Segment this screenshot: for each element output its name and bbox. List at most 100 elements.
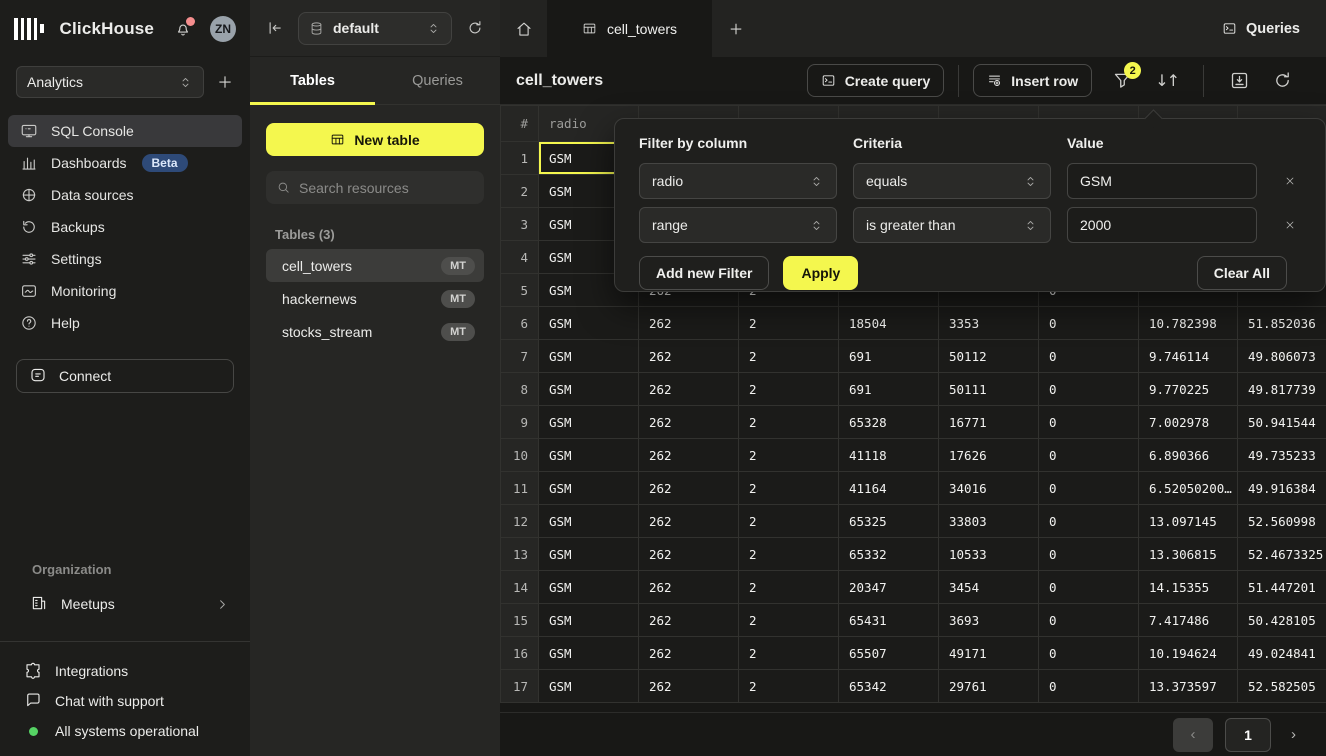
- filter-value-input[interactable]: [1067, 163, 1257, 199]
- table-cell[interactable]: 2: [739, 637, 839, 670]
- table-cell[interactable]: 52.4673325: [1238, 538, 1326, 571]
- table-cell[interactable]: GSM: [539, 472, 639, 505]
- table-cell[interactable]: 29761: [939, 670, 1039, 703]
- table-cell[interactable]: 2: [739, 439, 839, 472]
- table-cell[interactable]: 262: [639, 340, 739, 373]
- table-cell[interactable]: 18504: [839, 307, 939, 340]
- table-cell[interactable]: 2: [739, 538, 839, 571]
- table-cell[interactable]: 262: [639, 637, 739, 670]
- queries-button[interactable]: Queries: [1222, 0, 1300, 57]
- table-cell[interactable]: 0: [1039, 439, 1139, 472]
- filter-column-select[interactable]: radio: [639, 163, 837, 199]
- sidebar-item-data-sources[interactable]: Data sources: [8, 179, 242, 211]
- table-cell[interactable]: 262: [639, 670, 739, 703]
- table-cell[interactable]: 41118: [839, 439, 939, 472]
- table-cell[interactable]: 3454: [939, 571, 1039, 604]
- clear-all-filters-button[interactable]: Clear All: [1197, 256, 1287, 290]
- table-cell[interactable]: GSM: [539, 670, 639, 703]
- filter-column-select[interactable]: range: [639, 207, 837, 243]
- table-cell[interactable]: 65342: [839, 670, 939, 703]
- table-cell[interactable]: 262: [639, 571, 739, 604]
- table-cell[interactable]: 691: [839, 340, 939, 373]
- next-page-button[interactable]: ›: [1283, 722, 1304, 747]
- notifications-bell-icon[interactable]: [174, 20, 192, 38]
- table-cell[interactable]: 51.447201: [1238, 571, 1326, 604]
- sidebar-item-sql-console[interactable]: SQL Console: [8, 115, 242, 147]
- table-cell[interactable]: 0: [1039, 538, 1139, 571]
- table-cell[interactable]: 0: [1039, 472, 1139, 505]
- sidebar-item-meetups[interactable]: Meetups: [16, 587, 234, 621]
- table-cell[interactable]: GSM: [539, 307, 639, 340]
- table-cell[interactable]: 52.582505: [1238, 670, 1326, 703]
- sidebar-item-monitoring[interactable]: Monitoring: [8, 275, 242, 307]
- table-cell[interactable]: 65507: [839, 637, 939, 670]
- table-cell[interactable]: 50.941544: [1238, 406, 1326, 439]
- table-cell[interactable]: 2: [739, 472, 839, 505]
- table-cell[interactable]: 50.428105: [1238, 604, 1326, 637]
- table-cell[interactable]: 2: [739, 604, 839, 637]
- tab-queries[interactable]: Queries: [375, 57, 500, 104]
- table-cell[interactable]: 6.890366: [1139, 439, 1238, 472]
- filter-value-input[interactable]: [1067, 207, 1257, 243]
- workspace-select[interactable]: Analytics: [16, 66, 204, 98]
- remove-filter-button[interactable]: [1273, 175, 1307, 187]
- table-cell[interactable]: 65431: [839, 604, 939, 637]
- table-cell[interactable]: 7.002978: [1139, 406, 1238, 439]
- table-cell[interactable]: 262: [639, 406, 739, 439]
- table-cell[interactable]: 262: [639, 472, 739, 505]
- table-cell[interactable]: 65325: [839, 505, 939, 538]
- table-cell[interactable]: 41164: [839, 472, 939, 505]
- table-cell[interactable]: 49.735233: [1238, 439, 1326, 472]
- table-cell[interactable]: 2: [739, 670, 839, 703]
- table-cell[interactable]: 51.852036: [1238, 307, 1326, 340]
- table-cell[interactable]: 0: [1039, 604, 1139, 637]
- table-cell[interactable]: 2: [739, 340, 839, 373]
- table-cell[interactable]: 33803: [939, 505, 1039, 538]
- table-list-item-cell-towers[interactable]: cell_towers MT: [266, 249, 484, 282]
- table-cell[interactable]: GSM: [539, 505, 639, 538]
- refresh-data-button[interactable]: [1272, 70, 1293, 91]
- table-cell[interactable]: GSM: [539, 406, 639, 439]
- column-header[interactable]: #: [501, 106, 539, 142]
- home-button[interactable]: [500, 0, 547, 57]
- add-new-filter-button[interactable]: Add new Filter: [639, 256, 769, 290]
- table-cell[interactable]: 0: [1039, 340, 1139, 373]
- sidebar-item-integrations[interactable]: Integrations: [16, 656, 234, 686]
- connect-button[interactable]: Connect: [16, 359, 234, 393]
- table-cell[interactable]: 13.306815: [1139, 538, 1238, 571]
- table-cell[interactable]: 2: [739, 505, 839, 538]
- tab-cell-towers[interactable]: cell_towers: [547, 0, 712, 57]
- table-list-item-hackernews[interactable]: hackernews MT: [266, 282, 484, 315]
- new-table-button[interactable]: New table: [266, 123, 484, 156]
- remove-filter-button[interactable]: [1273, 219, 1307, 231]
- table-cell[interactable]: 50112: [939, 340, 1039, 373]
- apply-filters-button[interactable]: Apply: [783, 256, 858, 290]
- sidebar-item-settings[interactable]: Settings: [8, 243, 242, 275]
- table-cell[interactable]: 691: [839, 373, 939, 406]
- sidebar-item-backups[interactable]: Backups: [8, 211, 242, 243]
- table-cell[interactable]: 14.15355: [1139, 571, 1238, 604]
- table-cell[interactable]: GSM: [539, 571, 639, 604]
- table-cell[interactable]: 2: [739, 571, 839, 604]
- filter-criteria-select[interactable]: equals: [853, 163, 1051, 199]
- table-cell[interactable]: 6.52050200…: [1139, 472, 1238, 505]
- search-input[interactable]: [299, 180, 474, 196]
- avatar[interactable]: ZN: [210, 16, 236, 42]
- table-cell[interactable]: 2: [739, 307, 839, 340]
- table-list-item-stocks-stream[interactable]: stocks_stream MT: [266, 315, 484, 348]
- table-cell[interactable]: 17626: [939, 439, 1039, 472]
- filter-criteria-select[interactable]: is greater than: [853, 207, 1051, 243]
- table-cell[interactable]: GSM: [539, 604, 639, 637]
- database-select[interactable]: default: [298, 12, 452, 45]
- table-cell[interactable]: 262: [639, 505, 739, 538]
- system-status[interactable]: All systems operational: [16, 716, 234, 746]
- table-cell[interactable]: 0: [1039, 571, 1139, 604]
- previous-page-button[interactable]: ‹: [1173, 718, 1213, 752]
- table-cell[interactable]: 20347: [839, 571, 939, 604]
- table-cell[interactable]: 52.560998: [1238, 505, 1326, 538]
- table-cell[interactable]: GSM: [539, 340, 639, 373]
- table-cell[interactable]: 0: [1039, 406, 1139, 439]
- table-cell[interactable]: 65328: [839, 406, 939, 439]
- table-cell[interactable]: 49.817739: [1238, 373, 1326, 406]
- table-cell[interactable]: GSM: [539, 439, 639, 472]
